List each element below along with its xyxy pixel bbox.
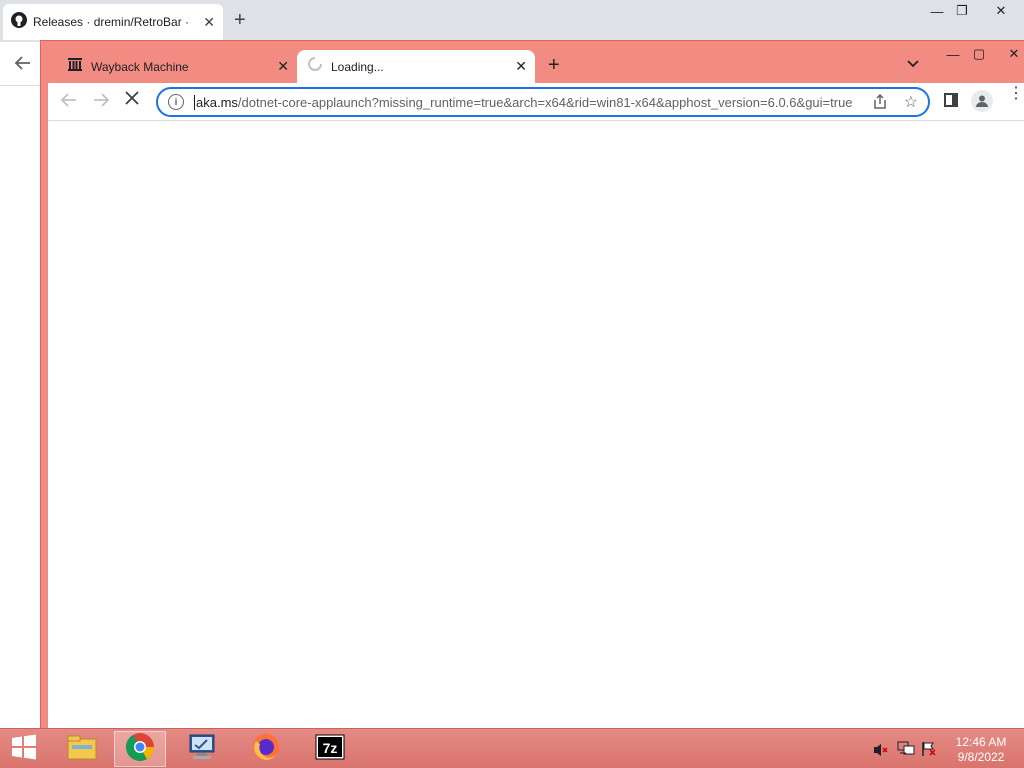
tab-retrobar-releases[interactable]: Releases · dremin/RetroBar · GitHub ✕ (3, 4, 223, 40)
loading-spinner-icon (307, 56, 323, 77)
url-domain: aka.ms (196, 94, 238, 110)
admin-tools-icon (187, 733, 217, 766)
new-tab-button[interactable]: + (548, 55, 560, 75)
7zip-icon: 7z (315, 734, 345, 765)
site-info-icon[interactable]: i (168, 94, 184, 110)
tab-title: Loading... (331, 59, 384, 74)
close-window-button[interactable]: ✕ (984, 0, 1018, 22)
close-window-button[interactable]: ✕ (997, 43, 1024, 65)
action-center-flag-icon[interactable] (921, 741, 937, 760)
address-bar[interactable]: i aka.ms/dotnet-core-applaunch?missing_r… (156, 87, 930, 117)
close-tab-icon[interactable]: ✕ (203, 14, 215, 31)
github-icon (11, 11, 27, 33)
clock-time: 12:46 AM (955, 735, 1007, 749)
tab-wayback-machine[interactable]: Wayback Machine ✕ (57, 50, 297, 83)
chrome-icon (125, 732, 155, 767)
tab-title: Wayback Machine (91, 59, 189, 74)
taskbar-7zip[interactable]: 7z (304, 731, 356, 767)
page-content-area (48, 121, 1024, 733)
taskbar-file-explorer[interactable] (56, 731, 108, 767)
foreground-browser-window: Wayback Machine ✕ Loading... ✕ + — ▢ ✕ i (40, 40, 1024, 734)
start-button[interactable] (0, 731, 48, 767)
taskbar-chrome[interactable] (114, 731, 166, 767)
volume-muted-icon[interactable] (873, 742, 889, 761)
forward-arrow-icon[interactable] (92, 91, 110, 114)
7zip-label: 7z (323, 740, 338, 756)
back-arrow-icon[interactable] (60, 91, 78, 114)
new-tab-button[interactable]: + (234, 10, 246, 30)
back-arrow-icon[interactable] (14, 54, 32, 77)
taskbar-admin-tools[interactable] (176, 731, 228, 767)
system-clock[interactable]: 12:46 AM 9/8/2022 (950, 735, 1012, 765)
windows-logo-icon (11, 734, 37, 765)
restore-button[interactable]: ❐ (945, 0, 979, 22)
tab-title: Releases · dremin/RetroBar · GitHub (33, 15, 193, 29)
maximize-button[interactable]: ▢ (962, 43, 996, 65)
background-tabstrip: Releases · dremin/RetroBar · GitHub ✕ + … (0, 0, 1024, 42)
tabstrip: Wayback Machine ✕ Loading... ✕ + — ▢ ✕ (41, 41, 1024, 83)
stop-loading-icon[interactable] (124, 90, 140, 111)
navigation-toolbar: i aka.ms/dotnet-core-applaunch?missing_r… (48, 83, 1024, 121)
profile-avatar-icon[interactable] (971, 90, 993, 112)
taskbar-firefox[interactable] (240, 731, 292, 767)
bookmark-star-icon[interactable]: ☆ (904, 92, 918, 112)
close-tab-icon[interactable]: ✕ (277, 58, 289, 75)
share-icon[interactable] (872, 93, 888, 113)
taskbar: 7z 12:46 AM 9/8/2022 (0, 728, 1024, 768)
url-text[interactable]: aka.ms/dotnet-core-applaunch?missing_run… (194, 94, 864, 110)
kebab-menu-icon[interactable]: ⋮ (1008, 86, 1024, 102)
firefox-icon (251, 732, 281, 767)
close-tab-icon[interactable]: ✕ (515, 58, 527, 75)
clock-date: 9/8/2022 (957, 750, 1005, 764)
file-explorer-icon (66, 733, 98, 766)
side-panel-icon[interactable] (944, 93, 958, 107)
tab-loading[interactable]: Loading... ✕ (297, 50, 535, 83)
url-path: /dotnet-core-applaunch?missing_runtime=t… (237, 94, 853, 110)
network-icon[interactable] (897, 741, 915, 760)
archive-icon (67, 56, 83, 77)
tab-search-chevron-icon[interactable] (907, 57, 919, 71)
